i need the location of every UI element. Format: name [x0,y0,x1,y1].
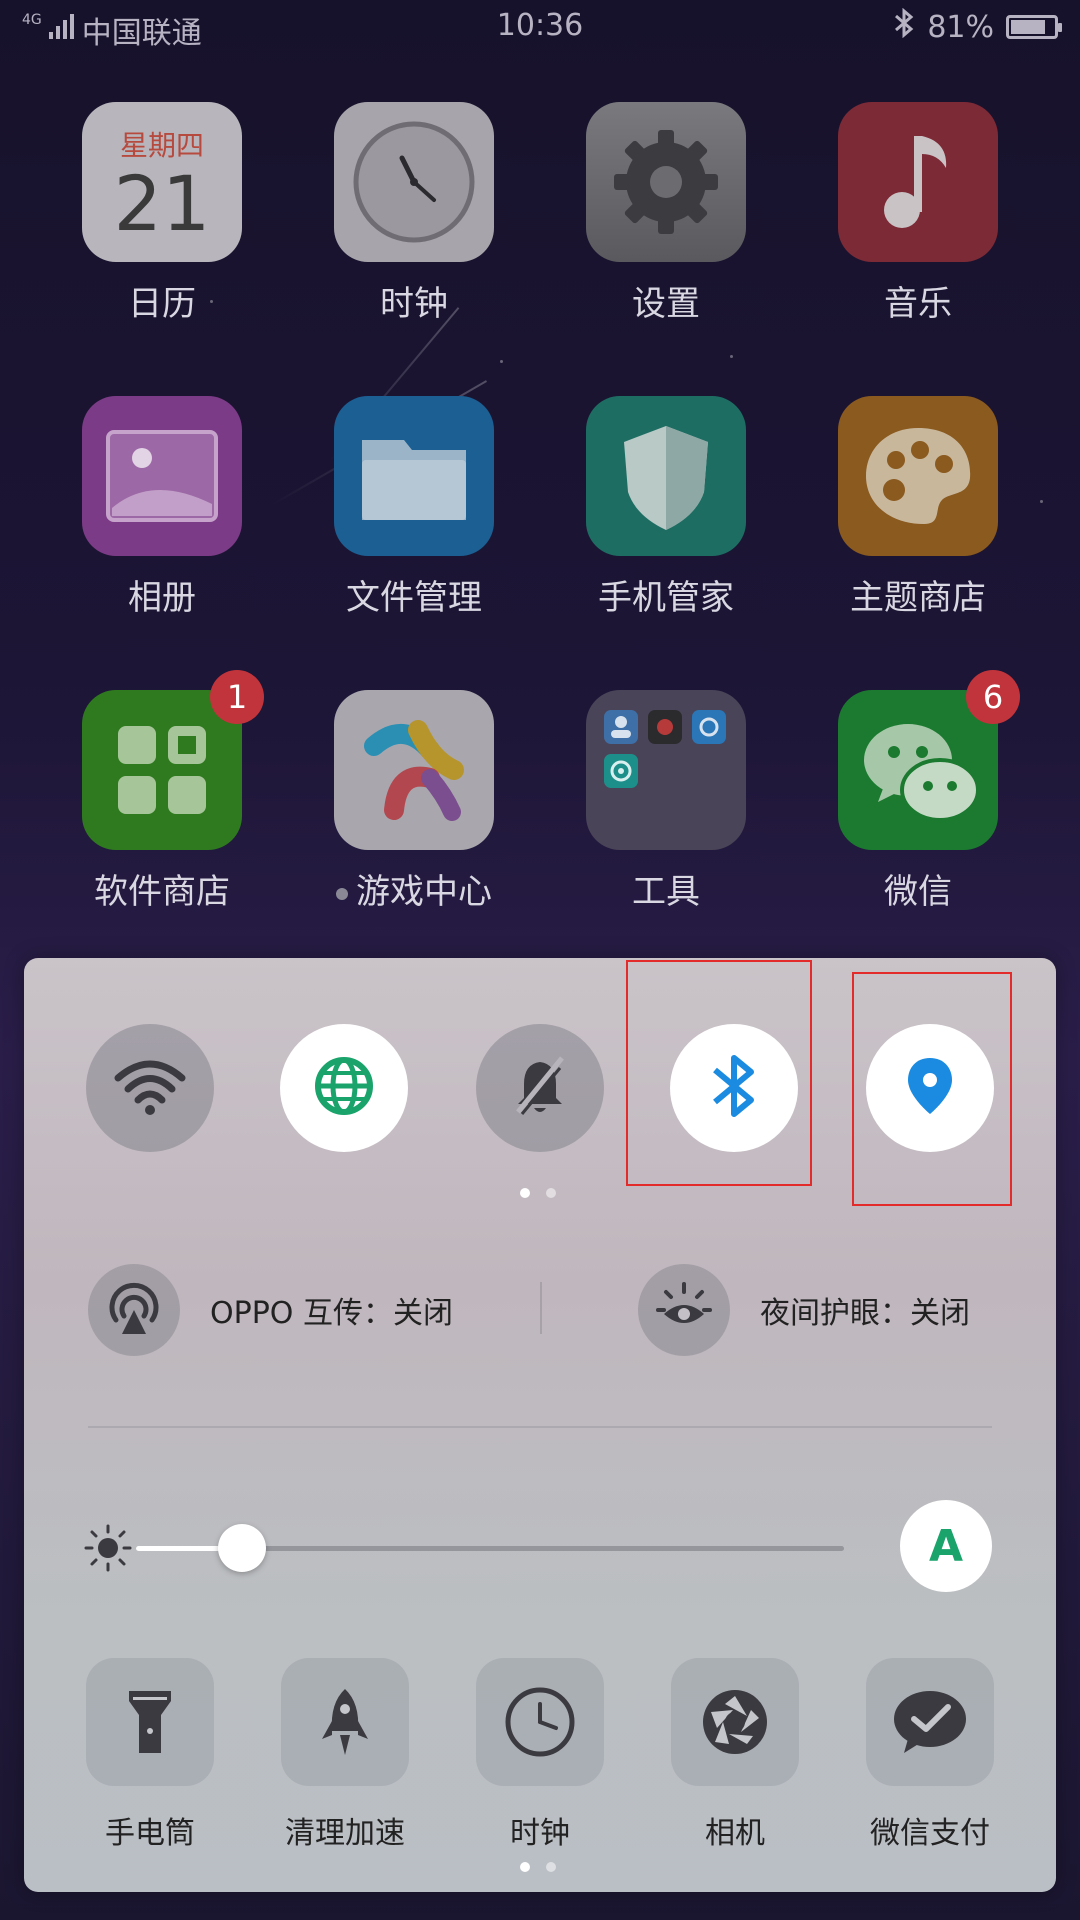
clock-icon [476,1658,604,1786]
notification-badge: 6 [966,670,1020,724]
app-label: 相册 [128,578,196,618]
app-label: 微信 [884,872,952,912]
wechat-pay-icon [866,1658,994,1786]
battery-percent: 81% [927,9,994,45]
app-game-center[interactable]: 游戏中心 [314,690,514,913]
wifi-toggle[interactable] [86,1024,214,1152]
shortcut-label: 手电筒 [105,1816,195,1851]
shortcut-clock[interactable]: 时钟 [450,1658,630,1852]
app-label: 设置 [632,284,700,324]
location-highlight-box [852,972,1012,1206]
brightness-slider[interactable] [136,1524,844,1572]
app-phone-manager[interactable]: 手机管家 [566,396,766,619]
flashlight-icon [86,1658,214,1786]
gear-icon [586,102,746,262]
shield-icon [586,396,746,556]
page-dot [546,1862,556,1872]
feature-divider [540,1282,542,1334]
app-clock[interactable]: 时钟 [314,102,514,325]
app-music[interactable]: 音乐 [818,102,1018,325]
bluetooth-highlight-box [626,960,812,1186]
night-shield-label: 夜间护眼：关闭 [760,1296,970,1331]
wallpaper-star [1040,500,1043,503]
app-label: 工具 [632,872,700,912]
app-theme-store[interactable]: 主题商店 [818,396,1018,619]
app-file-manager[interactable]: 文件管理 [314,396,514,619]
app-software-store[interactable]: 软件商店 1 [62,670,264,913]
app-label: 音乐 [884,284,952,324]
music-note-icon [838,102,998,262]
shortcut-wechat-pay[interactable]: 微信支付 [840,1658,1020,1852]
bell-slash-icon [510,1054,570,1122]
wifi-icon [112,1056,188,1120]
shortcut-clean-speedup[interactable]: 清理加速 [255,1658,435,1852]
oppo-share-label: OPPO 互传：关闭 [210,1296,453,1331]
folder-icon [334,396,494,556]
shortcut-label: 清理加速 [285,1816,405,1851]
app-folder-tools[interactable]: 工具 [566,690,766,913]
rocket-icon [281,1658,409,1786]
app-label: 手机管家 [598,578,734,618]
silent-toggle[interactable] [476,1024,604,1152]
clock-icon [334,102,494,262]
shortcut-flashlight[interactable]: 手电筒 [60,1658,240,1852]
bluetooth-status-icon [893,7,915,46]
panel-divider [88,1426,992,1428]
auto-brightness-label: A [928,1520,964,1572]
app-label-wrap: 游戏中心 [314,864,514,913]
brightness-thumb[interactable] [218,1524,267,1572]
toggles-page-indicator [520,1188,556,1198]
app-label: 日历 [128,284,196,324]
shortcut-label: 微信支付 [870,1816,990,1851]
shortcut-label: 时钟 [510,1816,570,1851]
app-label: 主题商店 [850,578,986,618]
new-dot [336,887,348,900]
page-dot [546,1188,556,1198]
app-label: 文件管理 [346,578,482,618]
palette-icon [838,396,998,556]
night-shield-toggle[interactable]: 夜间护眼：关闭 [638,1264,970,1356]
oppo-share-toggle[interactable]: OPPO 互传：关闭 [88,1264,453,1356]
app-label: 软件商店 [94,872,230,912]
game-center-icon [334,690,494,850]
calendar-weekday: 星期四 [119,129,204,162]
calendar-day: 21 [113,159,211,248]
shortcut-camera[interactable]: 相机 [645,1658,825,1852]
clock-time: 10:36 [496,8,584,43]
tools-folder-icon [586,690,746,850]
page-dot [520,1188,530,1198]
notification-badge: 1 [210,670,264,724]
battery-icon [1006,15,1062,39]
globe-icon [312,1054,376,1122]
app-label: 时钟 [380,284,448,324]
camera-aperture-icon [671,1658,799,1786]
page-dot [520,1862,530,1872]
mobile-data-toggle[interactable] [280,1024,408,1152]
app-wechat[interactable]: 微信 6 [818,670,1020,913]
photo-album-icon [82,396,242,556]
shortcuts-page-indicator [520,1862,556,1872]
wallpaper-star [500,360,503,363]
app-settings[interactable]: 设置 [566,102,766,325]
auto-brightness-button[interactable]: A [900,1500,992,1592]
wallpaper-star [730,355,733,358]
app-label: 游戏中心 [356,872,492,912]
app-calendar[interactable]: 星期四 21 日历 [62,102,262,325]
status-bar: 4G 中国联通 10:36 81% [0,0,1080,56]
app-gallery[interactable]: 相册 [62,396,262,619]
oppo-share-icon [88,1264,180,1356]
calendar-icon: 星期四 21 [82,102,242,262]
eye-protect-icon [638,1264,730,1356]
brightness-sun-icon [84,1524,132,1576]
shortcut-label: 相机 [705,1816,765,1851]
